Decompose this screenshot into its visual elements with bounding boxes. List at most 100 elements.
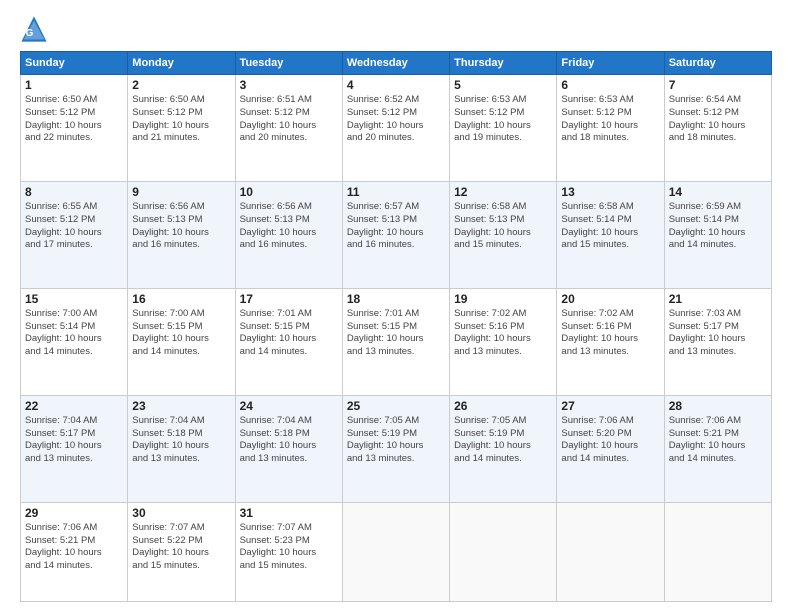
calendar-cell: 24 Sunrise: 7:04 AM Sunset: 5:18 PM Dayli…	[235, 395, 342, 502]
day-number: 27	[561, 399, 659, 413]
day-number: 15	[25, 292, 123, 306]
day-number: 21	[669, 292, 767, 306]
weekday-header-saturday: Saturday	[664, 52, 771, 75]
calendar-cell: 19 Sunrise: 7:02 AM Sunset: 5:16 PM Dayli…	[450, 288, 557, 395]
day-number: 4	[347, 78, 445, 92]
day-number: 18	[347, 292, 445, 306]
day-number: 12	[454, 185, 552, 199]
calendar-cell: 4Sunrise: 6:52 AM Sunset: 5:12 PM Daylig…	[342, 75, 449, 182]
calendar-week-row: 1 Sunrise: 6:50 AM Sunset: 5:12 PM Daylig…	[21, 75, 772, 182]
day-info: Sunrise: 6:53 AM Sunset: 5:12 PM Dayligh…	[561, 94, 659, 145]
day-number: 9	[132, 185, 230, 199]
calendar-cell: 30 Sunrise: 7:07 AM Sunset: 5:22 PM Dayli…	[128, 502, 235, 601]
day-info: Sunrise: 7:04 AM Sunset: 5:18 PM Dayligh…	[132, 415, 230, 466]
weekday-header-monday: Monday	[128, 52, 235, 75]
day-number: 29	[25, 506, 123, 520]
day-info: Sunrise: 6:56 AM Sunset: 5:13 PM Dayligh…	[240, 201, 338, 252]
weekday-header-thursday: Thursday	[450, 52, 557, 75]
day-info: Sunrise: 6:50 AM Sunset: 5:12 PM Dayligh…	[132, 94, 230, 145]
day-info: Sunrise: 6:53 AM Sunset: 5:12 PM Dayligh…	[454, 94, 552, 145]
day-number: 31	[240, 506, 338, 520]
svg-text:G: G	[26, 28, 34, 39]
calendar-cell: 13 Sunrise: 6:58 AM Sunset: 5:14 PM Dayli…	[557, 181, 664, 288]
day-info: Sunrise: 6:55 AM Sunset: 5:12 PM Dayligh…	[25, 201, 123, 252]
calendar-cell: 8Sunrise: 6:55 AM Sunset: 5:12 PM Daylig…	[21, 181, 128, 288]
day-info: Sunrise: 7:07 AM Sunset: 5:23 PM Dayligh…	[240, 522, 338, 573]
calendar-cell: 28Sunrise: 7:06 AM Sunset: 5:21 PM Dayli…	[664, 395, 771, 502]
day-info: Sunrise: 7:04 AM Sunset: 5:18 PM Dayligh…	[240, 415, 338, 466]
calendar-cell: 31 Sunrise: 7:07 AM Sunset: 5:23 PM Dayli…	[235, 502, 342, 601]
calendar-cell	[342, 502, 449, 601]
day-info: Sunrise: 7:02 AM Sunset: 5:16 PM Dayligh…	[454, 308, 552, 359]
day-number: 26	[454, 399, 552, 413]
calendar-cell: 6Sunrise: 6:53 AM Sunset: 5:12 PM Daylig…	[557, 75, 664, 182]
calendar-cell: 3 Sunrise: 6:51 AM Sunset: 5:12 PM Daylig…	[235, 75, 342, 182]
day-number: 3	[240, 78, 338, 92]
calendar-cell: 26 Sunrise: 7:05 AM Sunset: 5:19 PM Dayli…	[450, 395, 557, 502]
day-info: Sunrise: 7:00 AM Sunset: 5:14 PM Dayligh…	[25, 308, 123, 359]
day-number: 2	[132, 78, 230, 92]
day-info: Sunrise: 6:58 AM Sunset: 5:14 PM Dayligh…	[561, 201, 659, 252]
day-number: 7	[669, 78, 767, 92]
calendar-cell: 27 Sunrise: 7:06 AM Sunset: 5:20 PM Dayli…	[557, 395, 664, 502]
logo: G	[20, 15, 50, 43]
calendar-cell: 18 Sunrise: 7:01 AM Sunset: 5:15 PM Dayli…	[342, 288, 449, 395]
day-info: Sunrise: 7:07 AM Sunset: 5:22 PM Dayligh…	[132, 522, 230, 573]
day-info: Sunrise: 6:50 AM Sunset: 5:12 PM Dayligh…	[25, 94, 123, 145]
day-info: Sunrise: 6:58 AM Sunset: 5:13 PM Dayligh…	[454, 201, 552, 252]
day-info: Sunrise: 6:51 AM Sunset: 5:12 PM Dayligh…	[240, 94, 338, 145]
calendar-cell: 20 Sunrise: 7:02 AM Sunset: 5:16 PM Dayli…	[557, 288, 664, 395]
day-number: 23	[132, 399, 230, 413]
day-info: Sunrise: 7:01 AM Sunset: 5:15 PM Dayligh…	[347, 308, 445, 359]
day-info: Sunrise: 7:01 AM Sunset: 5:15 PM Dayligh…	[240, 308, 338, 359]
calendar-cell: 2 Sunrise: 6:50 AM Sunset: 5:12 PM Daylig…	[128, 75, 235, 182]
day-info: Sunrise: 7:06 AM Sunset: 5:21 PM Dayligh…	[25, 522, 123, 573]
calendar-cell	[450, 502, 557, 601]
calendar-cell: 16Sunrise: 7:00 AM Sunset: 5:15 PM Dayli…	[128, 288, 235, 395]
day-info: Sunrise: 7:06 AM Sunset: 5:20 PM Dayligh…	[561, 415, 659, 466]
day-info: Sunrise: 7:02 AM Sunset: 5:16 PM Dayligh…	[561, 308, 659, 359]
calendar-cell: 15 Sunrise: 7:00 AM Sunset: 5:14 PM Dayli…	[21, 288, 128, 395]
weekday-header-wednesday: Wednesday	[342, 52, 449, 75]
weekday-header-tuesday: Tuesday	[235, 52, 342, 75]
calendar-cell: 25 Sunrise: 7:05 AM Sunset: 5:19 PM Dayli…	[342, 395, 449, 502]
calendar-cell: 1 Sunrise: 6:50 AM Sunset: 5:12 PM Daylig…	[21, 75, 128, 182]
day-number: 22	[25, 399, 123, 413]
calendar-cell	[557, 502, 664, 601]
day-number: 20	[561, 292, 659, 306]
calendar-cell: 5 Sunrise: 6:53 AM Sunset: 5:12 PM Daylig…	[450, 75, 557, 182]
day-info: Sunrise: 7:03 AM Sunset: 5:17 PM Dayligh…	[669, 308, 767, 359]
calendar-cell: 22Sunrise: 7:04 AM Sunset: 5:17 PM Dayli…	[21, 395, 128, 502]
day-info: Sunrise: 7:05 AM Sunset: 5:19 PM Dayligh…	[454, 415, 552, 466]
calendar-cell: 11Sunrise: 6:57 AM Sunset: 5:13 PM Dayli…	[342, 181, 449, 288]
calendar-cell: 17Sunrise: 7:01 AM Sunset: 5:15 PM Dayli…	[235, 288, 342, 395]
day-number: 13	[561, 185, 659, 199]
day-number: 14	[669, 185, 767, 199]
weekday-header-row: SundayMondayTuesdayWednesdayThursdayFrid…	[21, 52, 772, 75]
calendar-week-row: 22Sunrise: 7:04 AM Sunset: 5:17 PM Dayli…	[21, 395, 772, 502]
weekday-header-sunday: Sunday	[21, 52, 128, 75]
calendar-cell: 21 Sunrise: 7:03 AM Sunset: 5:17 PM Dayli…	[664, 288, 771, 395]
calendar-cell: 7Sunrise: 6:54 AM Sunset: 5:12 PM Daylig…	[664, 75, 771, 182]
day-number: 30	[132, 506, 230, 520]
calendar-cell: 9 Sunrise: 6:56 AM Sunset: 5:13 PM Daylig…	[128, 181, 235, 288]
page: G SundayMondayTuesdayWednesdayThursdayFr…	[0, 0, 792, 612]
day-number: 24	[240, 399, 338, 413]
day-info: Sunrise: 7:05 AM Sunset: 5:19 PM Dayligh…	[347, 415, 445, 466]
day-info: Sunrise: 6:59 AM Sunset: 5:14 PM Dayligh…	[669, 201, 767, 252]
calendar-cell: 12 Sunrise: 6:58 AM Sunset: 5:13 PM Dayli…	[450, 181, 557, 288]
day-number: 25	[347, 399, 445, 413]
logo-icon: G	[20, 15, 48, 43]
day-info: Sunrise: 6:56 AM Sunset: 5:13 PM Dayligh…	[132, 201, 230, 252]
day-number: 16	[132, 292, 230, 306]
day-number: 19	[454, 292, 552, 306]
day-info: Sunrise: 6:57 AM Sunset: 5:13 PM Dayligh…	[347, 201, 445, 252]
weekday-header-friday: Friday	[557, 52, 664, 75]
calendar-cell: 14 Sunrise: 6:59 AM Sunset: 5:14 PM Dayli…	[664, 181, 771, 288]
calendar-week-row: 8Sunrise: 6:55 AM Sunset: 5:12 PM Daylig…	[21, 181, 772, 288]
day-number: 10	[240, 185, 338, 199]
day-number: 1	[25, 78, 123, 92]
day-number: 5	[454, 78, 552, 92]
calendar-cell: 29 Sunrise: 7:06 AM Sunset: 5:21 PM Dayli…	[21, 502, 128, 601]
day-number: 28	[669, 399, 767, 413]
